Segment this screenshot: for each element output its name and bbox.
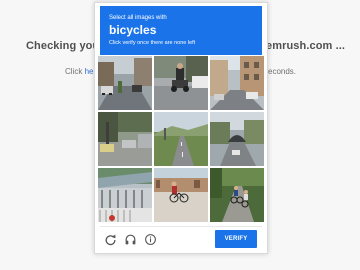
image-tile-9[interactable] (210, 168, 264, 222)
headphones-icon-graphic (125, 234, 136, 245)
verify-button[interactable]: VERIFY (215, 230, 257, 248)
page-subtext-left: Click he (65, 67, 93, 76)
tile-image (154, 112, 208, 166)
image-grid (98, 56, 265, 223)
page-subtext-right: econds. (268, 67, 297, 76)
challenge-hint: Click verify once there are none left (109, 40, 196, 46)
tile-image (98, 168, 152, 222)
page-subtext-link[interactable]: he (85, 67, 94, 76)
challenge-instruction: Select all images with (109, 15, 167, 21)
headphones-icon[interactable] (124, 233, 137, 246)
reload-icon-graphic (105, 234, 116, 246)
tile-image (210, 112, 264, 166)
page-heading-right: emrush.com ... (266, 40, 346, 52)
image-tile-3[interactable] (210, 56, 264, 110)
reload-icon[interactable] (104, 233, 117, 246)
info-icon-graphic (145, 234, 156, 245)
image-tile-5[interactable] (154, 112, 208, 166)
image-tile-7[interactable] (98, 168, 152, 222)
challenge-target-word: bicycles (109, 23, 157, 37)
challenge-footer: VERIFY (100, 226, 262, 251)
tile-image (210, 56, 264, 110)
tile-image (98, 56, 152, 110)
challenge-header: Select all images with bicycles Click ve… (100, 6, 262, 55)
tile-image (98, 112, 152, 166)
tile-image (154, 56, 208, 110)
page-heading-left: Checking you (26, 40, 100, 52)
captcha-challenge: Select all images with bicycles Click ve… (94, 2, 268, 254)
image-tile-1[interactable] (98, 56, 152, 110)
image-tile-8[interactable] (154, 168, 208, 222)
info-icon[interactable] (144, 233, 157, 246)
tile-image (154, 168, 208, 222)
image-tile-6[interactable] (210, 112, 264, 166)
tile-image (210, 168, 264, 222)
image-tile-4[interactable] (98, 112, 152, 166)
image-tile-2[interactable] (154, 56, 208, 110)
page-subtext-prefix: Click (65, 67, 85, 76)
